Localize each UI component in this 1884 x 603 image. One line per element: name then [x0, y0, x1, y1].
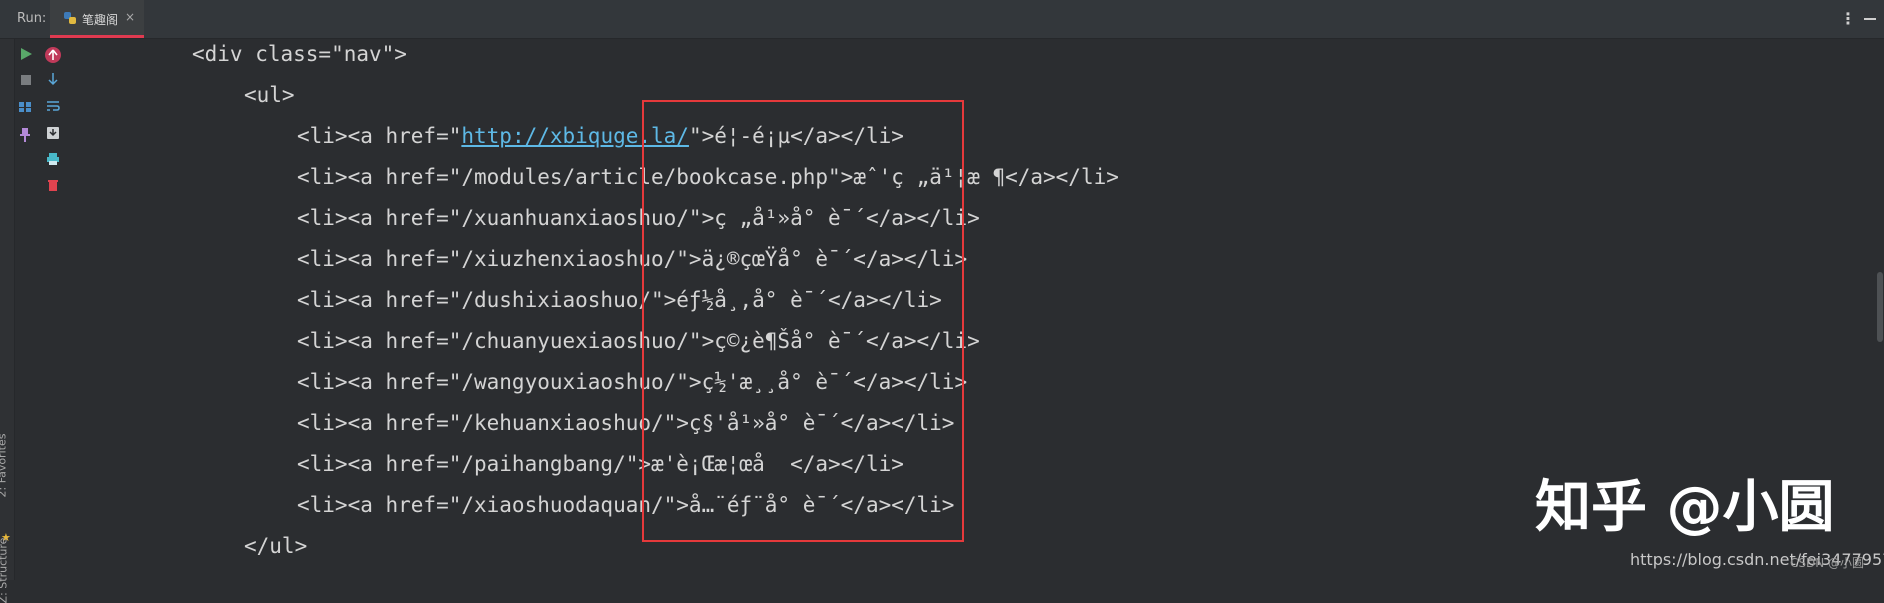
- zhihu-watermark: 知乎 @小圆: [1535, 475, 1835, 540]
- options-menu-icon[interactable]: ⋮: [1840, 9, 1856, 28]
- run-toolbar: [14, 39, 76, 580]
- favorites-tab[interactable]: 2: Favorites: [0, 434, 8, 498]
- vertical-scrollbar-thumb[interactable]: [1877, 272, 1883, 342]
- close-icon[interactable]: ×: [125, 10, 135, 24]
- print-icon[interactable]: [46, 152, 60, 166]
- code-fragment: <li><a href=": [297, 124, 462, 148]
- code-line: </ul>: [244, 534, 308, 558]
- garbled-text-highlight-box: [642, 100, 964, 542]
- scroll-down-icon[interactable]: [46, 72, 60, 86]
- tab-label: 笔趣阁: [82, 13, 119, 27]
- python-icon: [64, 12, 76, 24]
- download-icon[interactable]: [46, 126, 60, 140]
- csdn-watermark: CSDN @小圆: [1790, 556, 1865, 570]
- rerun-up-icon[interactable]: [44, 46, 62, 64]
- left-tool-strip: 2: Favorites ★ Z: Structure: [0, 39, 15, 603]
- structure-tab[interactable]: Z: Structure: [0, 538, 9, 603]
- pin-icon[interactable]: [18, 127, 32, 143]
- run-icon[interactable]: [19, 47, 33, 61]
- layout-icon[interactable]: [18, 100, 32, 114]
- run-label: Run:: [17, 11, 47, 26]
- run-tool-window-header: Run: 笔趣阁 × ⋮: [0, 0, 1884, 39]
- minimize-icon[interactable]: [1864, 18, 1876, 20]
- code-line: <div class="nav">: [192, 42, 407, 66]
- soft-wrap-icon[interactable]: [46, 99, 60, 113]
- delete-icon[interactable]: [46, 178, 60, 192]
- tab-biquge[interactable]: 笔趣阁 ×: [50, 0, 144, 38]
- code-line: <ul>: [244, 83, 295, 107]
- stop-icon[interactable]: [19, 73, 33, 87]
